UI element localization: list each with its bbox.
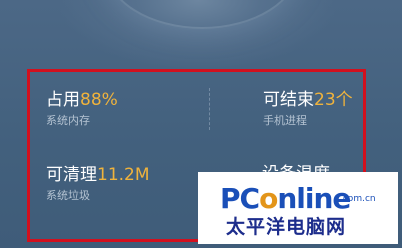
logo-domain-suffix: .com.cn — [340, 194, 376, 204]
logo-part-o: o — [259, 182, 278, 215]
pconline-watermark: PConline .com.cn 太平洋电脑网 — [198, 172, 398, 244]
logo-chinese-name: 太平洋电脑网 — [226, 216, 347, 238]
logo-part-pc: PC — [220, 182, 260, 215]
pconline-logo: PConline — [220, 182, 351, 215]
